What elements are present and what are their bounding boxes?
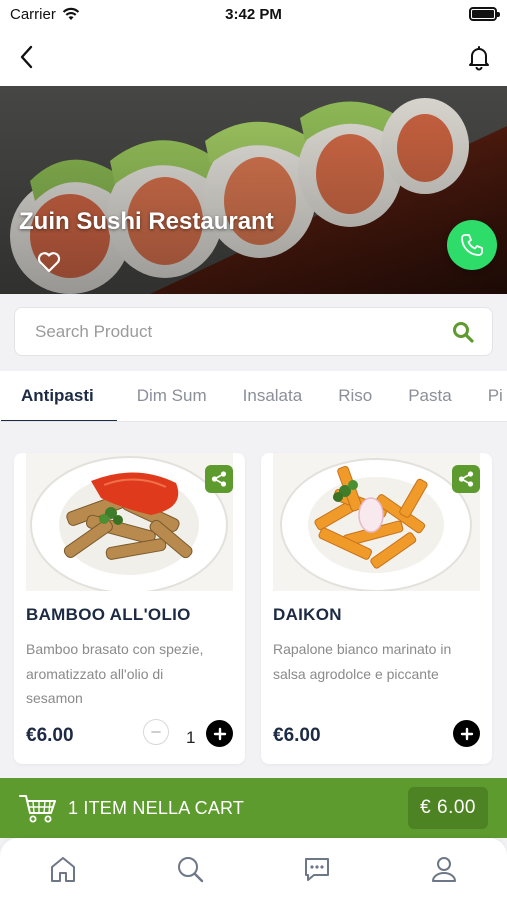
product-card[interactable]: DAIKON Rapalone bianco marinato in salsa… [261, 453, 492, 764]
call-button[interactable] [447, 220, 497, 270]
tab-riso[interactable]: Riso [338, 371, 372, 421]
category-tabs: Antipasti Dim Sum Insalata Riso Pasta Pi [0, 371, 507, 422]
product-description: Bamboo brasato con spezie, aromatizzato … [26, 641, 204, 706]
share-icon [211, 471, 227, 487]
add-to-cart-button[interactable] [206, 720, 233, 747]
carrier-label: Carrier [10, 5, 56, 23]
phone-icon [461, 234, 483, 256]
share-button[interactable] [452, 465, 480, 493]
bottom-tab-bar [0, 838, 507, 900]
tab-home[interactable] [31, 849, 95, 889]
share-button[interactable] [205, 465, 233, 493]
cart-icon [19, 795, 56, 823]
product-image [26, 453, 233, 591]
decrease-quantity-button[interactable] [143, 719, 169, 745]
tab-antipasti[interactable]: Antipasti [1, 371, 117, 421]
chat-icon [304, 858, 329, 881]
plus-icon [460, 727, 473, 740]
product-card[interactable]: BAMBOO ALL'OLIO Bamboo brasato con spezi… [14, 453, 245, 764]
product-price: €6.00 [273, 725, 321, 746]
search-icon[interactable] [452, 321, 474, 343]
heart-icon [37, 252, 61, 273]
plus-icon [213, 727, 226, 740]
bamboo-dish-image [26, 453, 233, 591]
product-title: BAMBOO ALL'OLIO [26, 605, 191, 624]
hero-overlay [0, 86, 507, 294]
back-button[interactable] [14, 43, 42, 71]
product-description: Rapalone bianco marinato in salsa agrodo… [273, 641, 452, 682]
cart-summary-bar[interactable]: 1 ITEM NELLA CART € 6.00 [0, 778, 507, 838]
tab-insalata[interactable]: Insalata [243, 371, 303, 421]
bell-icon [469, 46, 489, 71]
tab-pasta[interactable]: Pasta [408, 371, 451, 421]
search-input[interactable] [35, 321, 452, 342]
cart-item-count: 1 ITEM NELLA CART [68, 797, 245, 818]
restaurant-name: Zuin Sushi Restaurant [19, 208, 274, 235]
nav-bar [0, 28, 507, 86]
quantity-value: 1 [186, 728, 196, 747]
minus-icon [151, 731, 161, 733]
tab-pi[interactable]: Pi [488, 371, 503, 421]
tab-search[interactable] [158, 849, 222, 889]
tab-messages[interactable] [285, 849, 349, 889]
battery-icon [469, 7, 500, 21]
restaurant-hero-image: Zuin Sushi Restaurant [0, 86, 507, 294]
product-price: €6.00 [26, 725, 74, 746]
user-icon [431, 857, 456, 882]
home-icon [51, 857, 76, 882]
daikon-dish-image [273, 453, 480, 591]
cart-total: € 6.00 [408, 787, 488, 829]
chevron-left-icon [20, 45, 33, 69]
search-icon [178, 857, 204, 883]
search-bar [14, 307, 493, 356]
status-bar: Carrier 3:42 PM [0, 0, 507, 28]
favorite-button[interactable] [36, 250, 62, 274]
wifi-icon [62, 7, 80, 20]
add-to-cart-button[interactable] [453, 720, 480, 747]
tab-dim-sum[interactable]: Dim Sum [137, 371, 207, 421]
product-title: DAIKON [273, 605, 342, 624]
product-image [273, 453, 480, 591]
tab-profile[interactable] [412, 849, 476, 889]
notifications-button[interactable] [465, 43, 493, 71]
share-icon [458, 471, 474, 487]
